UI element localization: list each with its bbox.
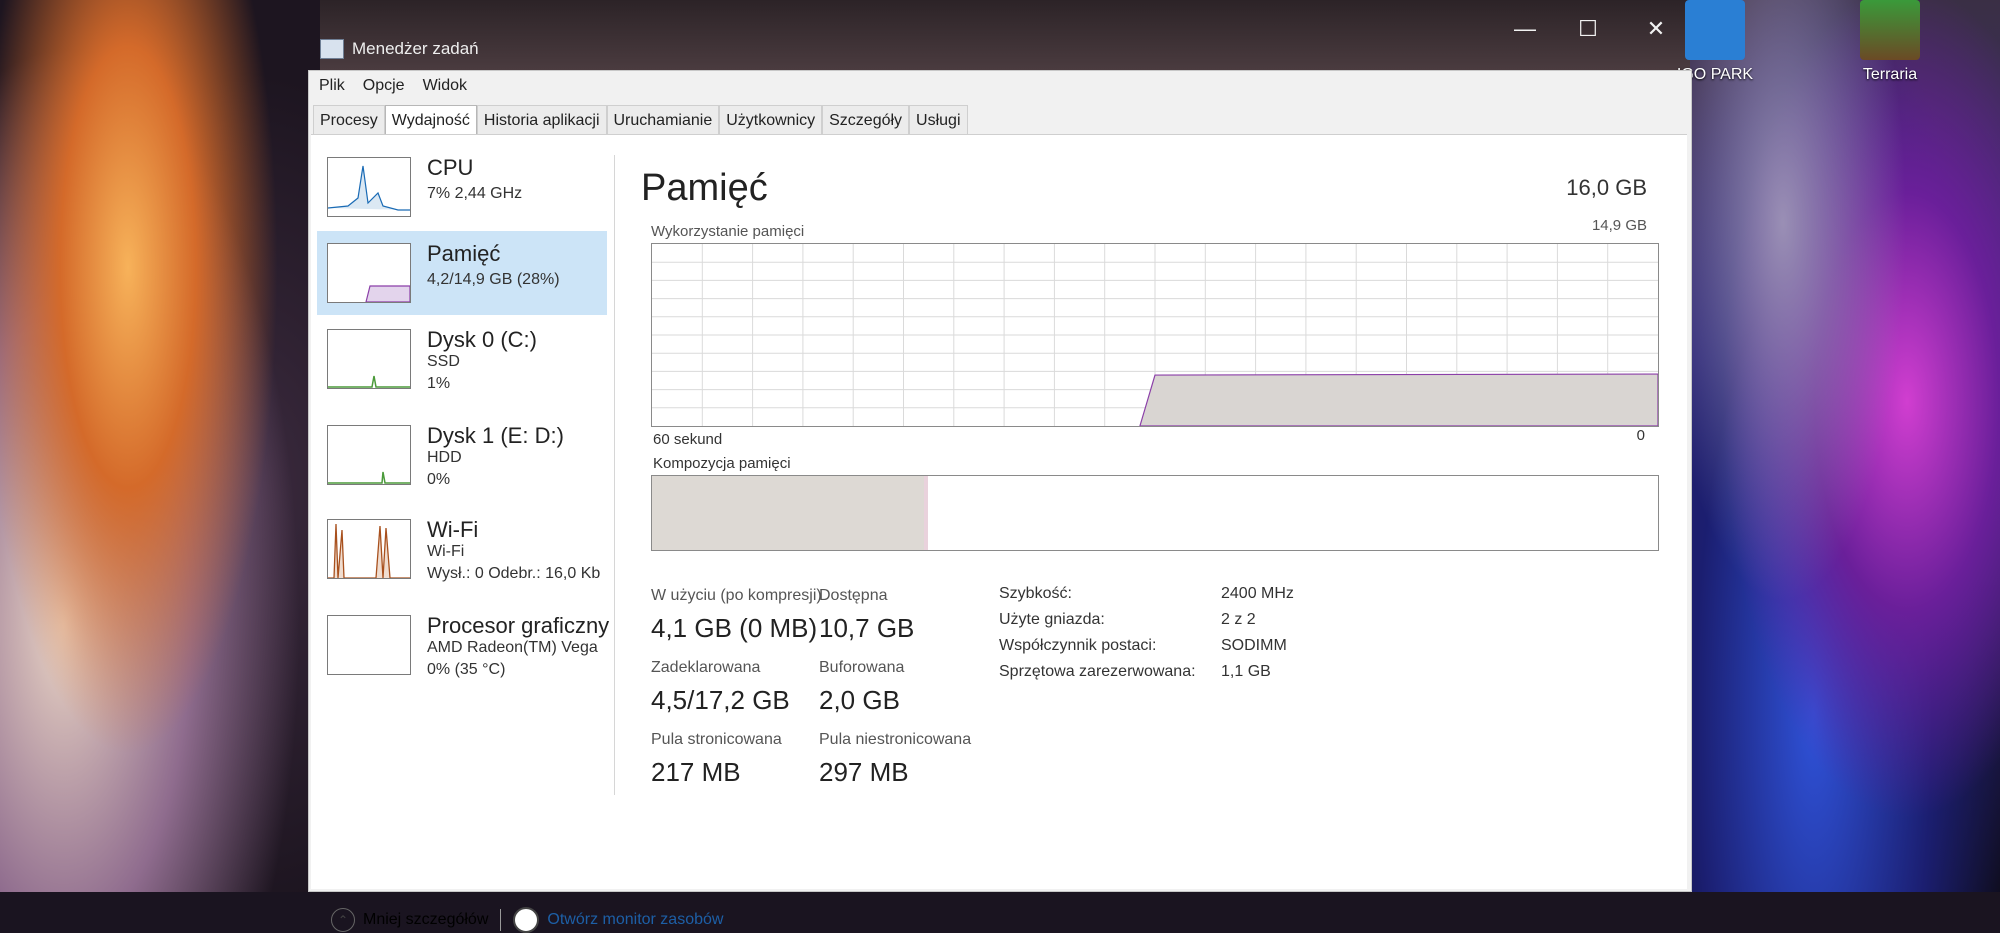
tab-app-history[interactable]: Historia aplikacji: [476, 105, 607, 135]
maximize-button[interactable]: ☐: [1568, 14, 1608, 44]
sidebar-item-memory[interactable]: Pamięć 4,2/14,9 GB (28%): [317, 231, 607, 315]
spec-row-slots: Użyte gniazda: 2 z 2: [999, 611, 1256, 628]
resource-monitor-icon: [513, 907, 540, 933]
usage-chart-max: 14,9 GB: [1591, 217, 1647, 234]
sidebar-item-wifi[interactable]: Wi-Fi Wi-Fi Wysł.: 0 Odebr.: 16,0 Kb: [317, 507, 607, 591]
performance-panel: CPU 7% 2,44 GHz Pamięć 4,2/14,9 GB (28%)…: [311, 134, 1687, 933]
stat-paged-pool: Pula stronicowana 217 MB: [651, 731, 782, 787]
footer-separator: [500, 909, 502, 931]
close-button[interactable]: ✕: [1636, 14, 1676, 44]
chevron-up-icon[interactable]: ⌃: [331, 908, 355, 932]
spec-row-form-factor: Współczynnik postaci: SODIMM: [999, 637, 1287, 654]
spec-row-speed: Szybkość: 2400 MHz: [999, 585, 1294, 602]
stat-in-use: W użyciu (po kompresji) 4,1 GB (0 MB): [651, 587, 822, 643]
stat-available: Dostępna 10,7 GB: [819, 587, 915, 643]
window-title: Menedżer zadań: [352, 39, 479, 58]
tab-strip: Procesy Wydajność Historia aplikacji Uru…: [313, 105, 968, 135]
task-manager-window: Plik Opcje Widok Procesy Wydajność Histo…: [308, 70, 1692, 933]
open-resource-monitor-link[interactable]: Otwórz monitor zasobów: [547, 911, 723, 929]
menu-file[interactable]: Plik: [309, 75, 353, 99]
stat-committed: Zadeklarowana 4,5/17,2 GB: [651, 659, 790, 715]
sidebar-item-cpu[interactable]: CPU 7% 2,44 GHz: [317, 145, 607, 229]
usage-chart-label: Wykorzystanie pamięci: [651, 223, 805, 240]
menu-options[interactable]: Opcje: [353, 75, 413, 99]
stat-cached: Buforowana 2,0 GB: [819, 659, 905, 715]
wifi-mini-graph: [327, 519, 411, 579]
sidebar-item-disk0[interactable]: Dysk 0 (C:) SSD 1%: [317, 317, 607, 401]
tab-processes[interactable]: Procesy: [313, 105, 385, 135]
gpu-mini-graph: [327, 615, 411, 675]
tab-users[interactable]: Użytkownicy: [719, 105, 823, 135]
stat-nonpaged-pool: Pula niestronicowana 297 MB: [819, 731, 972, 787]
page-title: Pamięć: [641, 167, 768, 209]
sidebar-divider: [614, 155, 615, 795]
minimize-button[interactable]: —: [1505, 14, 1545, 44]
tab-details[interactable]: Szczegóły: [822, 105, 910, 135]
menu-bar: Plik Opcje Widok: [309, 75, 475, 99]
composition-standby: [928, 476, 1056, 550]
menu-view[interactable]: Widok: [413, 75, 475, 99]
footer-bar: ⌃ Mniej szczegółów Otwórz monitor zasobó…: [331, 907, 723, 933]
composition-label: Kompozycja pamięci: [653, 455, 791, 472]
chart-axis-zero-label: 0: [1636, 427, 1645, 444]
desktop-wallpaper-left: [0, 0, 320, 892]
tab-performance[interactable]: Wydajność: [384, 105, 477, 135]
task-manager-icon: [320, 39, 344, 59]
sidebar-item-gpu[interactable]: Procesor graficzny AMD Radeon(TM) Vega 0…: [317, 603, 609, 687]
sidebar-item-disk1[interactable]: Dysk 1 (E: D:) HDD 0%: [317, 413, 607, 497]
desktop-wallpaper-right: [1690, 0, 2000, 892]
app-icon: [1685, 0, 1745, 60]
cpu-mini-graph: [327, 157, 411, 217]
tree-icon: [1860, 0, 1920, 60]
window-titlebar[interactable]: Menedżer zadań: [310, 28, 1690, 70]
tab-services[interactable]: Usługi: [909, 105, 968, 135]
disk1-mini-graph: [327, 425, 411, 485]
desktop-icon-terraria[interactable]: Terraria: [1835, 0, 1945, 84]
resource-sidebar: CPU 7% 2,44 GHz Pamięć 4,2/14,9 GB (28%)…: [311, 145, 611, 785]
memory-mini-graph: [327, 243, 411, 303]
memory-specs: Szybkość: 2400 MHz Użyte gniazda: 2 z 2 …: [999, 585, 1294, 689]
memory-usage-graph: [652, 244, 1659, 427]
total-memory: 16,0 GB: [1566, 175, 1647, 200]
composition-free: [1055, 476, 1657, 550]
memory-usage-area: [1139, 373, 1659, 427]
spec-row-reserved: Sprzętowa zarezerwowana: 1,1 GB: [999, 663, 1271, 680]
composition-in-use: [652, 476, 925, 550]
memory-composition-bar: [651, 475, 1659, 551]
tab-startup[interactable]: Uruchamianie: [606, 105, 720, 135]
memory-usage-chart: [651, 243, 1659, 427]
disk0-mini-graph: [327, 329, 411, 389]
fewer-details-link[interactable]: Mniej szczegółów: [363, 911, 488, 929]
chart-axis-time-label: 60 sekund: [653, 431, 723, 448]
